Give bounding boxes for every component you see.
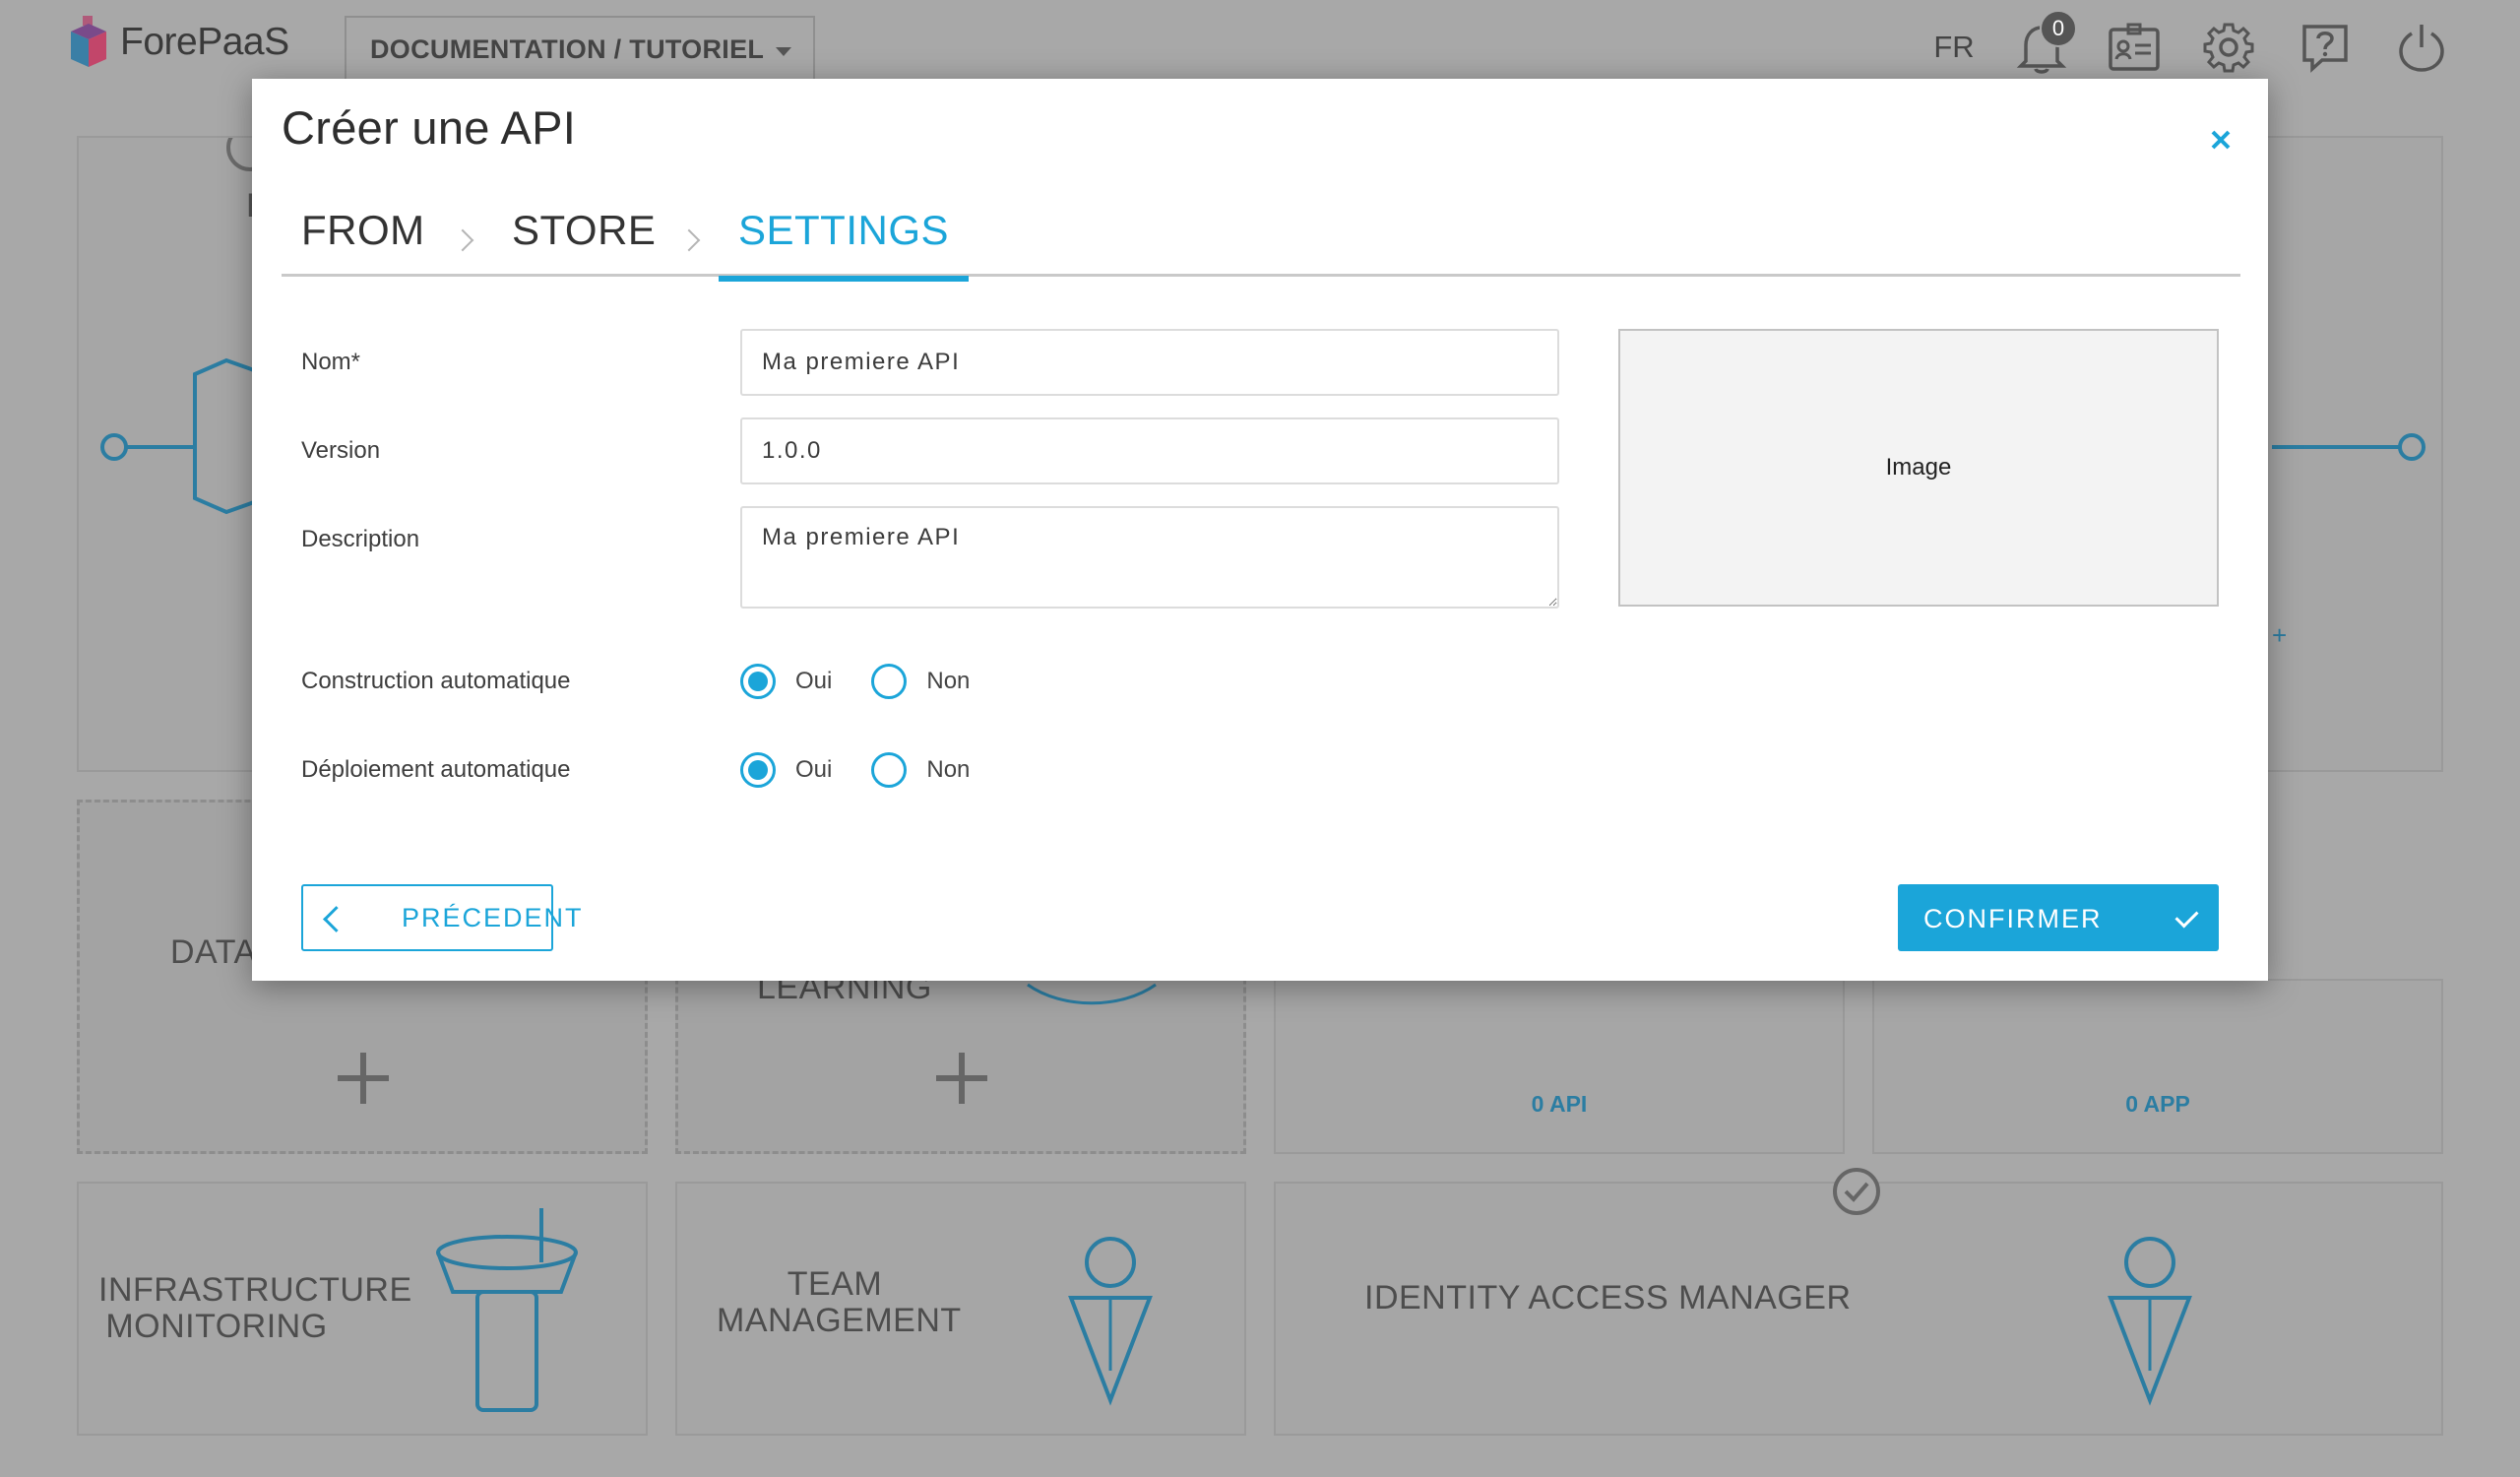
auto-build-radio-group: Oui Non [740,664,970,699]
step-settings-label: SETTINGS [738,207,950,253]
chevron-right-icon [677,228,701,252]
profile-card-button[interactable] [2107,20,2162,75]
description-label: Description [301,526,420,552]
svg-text:+: + [2272,620,2287,650]
environment-label: DOCUMENTATION / TUTORIEL [370,33,765,64]
infrastructure-monitoring-card[interactable]: INFRASTRUCTURE MONITORING [77,1182,648,1436]
card-title-line: MONITORING [105,1308,328,1345]
create-api-modal: Créer une API FROM STORE SETTINGS Nom* V… [252,79,2268,981]
modal-title: Créer une API [282,101,577,154]
id-badge-icon [2109,23,2160,71]
auto-deploy-label: Déploiement automatique [301,756,571,783]
card-illustration-fragment [1027,983,1157,1005]
app-count: 0 APP [2125,1091,2190,1117]
auto-deploy-no-radio[interactable]: Non [871,752,970,788]
card-title-line: INFRASTRUCTURE [98,1271,412,1309]
radio-label: Non [926,668,971,694]
chevron-down-icon [776,47,791,56]
previous-button-label: PRÉCEDENT [402,902,584,932]
radio-label: Oui [795,668,833,694]
language-switch[interactable]: FR [1929,20,1979,75]
card-title: DATA [170,933,257,971]
notifications-button[interactable]: 0 [2014,10,2077,75]
image-upload-label: Image [1885,454,1952,481]
auto-build-yes-radio[interactable]: Oui [740,664,832,699]
card-title: IDENTITY ACCESS MANAGER [1364,1279,1852,1316]
chevron-left-icon [323,906,349,932]
radio-label: Oui [795,756,833,783]
auto-build-label: Construction automatique [301,668,571,694]
team-management-card[interactable]: TEAM MANAGEMENT [675,1182,1246,1436]
settings-button[interactable] [2201,20,2256,75]
version-label: Version [301,437,381,464]
person-icon [2108,1237,2192,1406]
auto-build-no-radio[interactable]: Non [871,664,970,699]
description-textarea[interactable]: Ma premiere API [740,506,1559,609]
person-icon [1068,1237,1153,1406]
environment-select[interactable]: DOCUMENTATION / TUTORIEL [345,16,815,83]
active-step-underline [719,276,970,282]
notification-count-badge: 0 [2040,10,2077,47]
confirm-button-label: CONFIRMER [1923,904,2103,933]
radio-unchecked-icon [871,664,908,699]
plus-icon [936,1053,987,1104]
card-title-line: MANAGEMENT [717,1302,962,1339]
forepaas-logo[interactable]: ForePaaS [67,14,289,71]
previous-button[interactable]: PRÉCEDENT [301,884,582,951]
name-input[interactable] [740,329,1559,396]
logout-button[interactable] [2394,20,2449,75]
radio-unchecked-icon [871,752,908,788]
radio-checked-icon [740,664,776,699]
radio-label: Non [926,756,971,783]
step-settings[interactable]: SETTINGS [719,207,970,282]
step-store[interactable]: STORE [512,207,656,274]
monitoring-tower-icon [436,1208,578,1412]
card-title-line: TEAM [787,1265,883,1303]
logo-text: ForePaaS [120,21,289,63]
chevron-right-icon [451,228,474,252]
app-card[interactable]: 0 APP [1872,979,2443,1154]
plus-icon [338,1053,389,1104]
help-icon [2302,25,2348,73]
auto-deploy-radio-group: Oui Non [740,752,970,788]
help-button[interactable] [2298,20,2353,75]
version-input[interactable] [740,417,1559,484]
confirm-button[interactable]: CONFIRMER [1898,884,2219,951]
identity-access-manager-card[interactable]: IDENTITY ACCESS MANAGER [1274,1182,2443,1436]
card-title: INFRASTRUCTURE MONITORING [98,1271,412,1345]
auto-deploy-yes-radio[interactable]: Oui [740,752,832,788]
power-icon [2399,25,2444,72]
check-circle-icon [1833,1168,1880,1215]
check-icon [2174,904,2199,929]
name-label: Nom* [301,349,361,375]
card-title: TEAM MANAGEMENT [717,1265,962,1339]
gear-icon [2203,23,2254,73]
api-count: 0 API [1531,1091,1588,1117]
logo-icon [67,14,110,71]
step-from[interactable]: FROM [301,207,425,274]
close-icon [2211,130,2231,150]
radio-checked-icon [740,752,776,788]
close-button[interactable] [2203,122,2238,158]
api-card[interactable]: 0 API [1274,979,1845,1154]
image-upload[interactable]: Image [1618,329,2219,607]
